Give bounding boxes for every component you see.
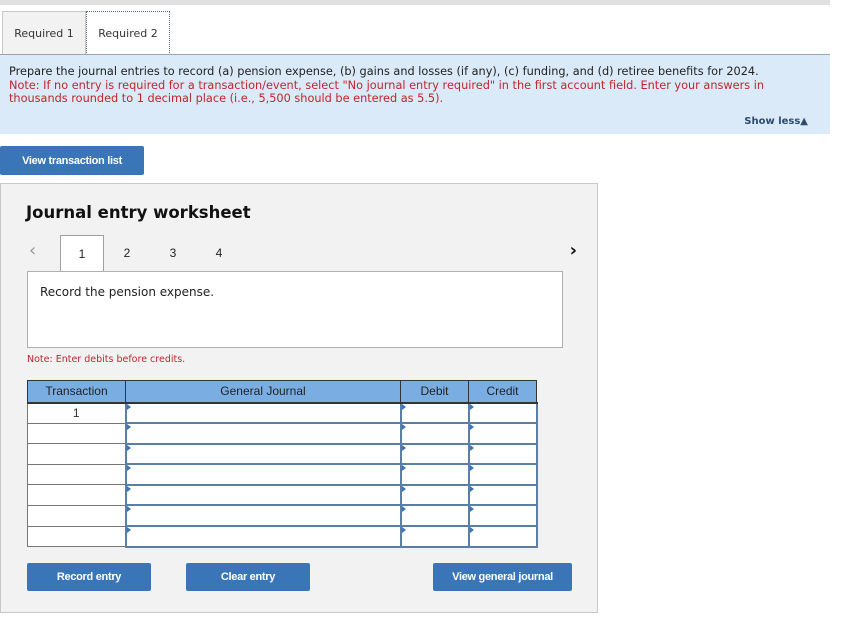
entry-prompt: Record the pension expense. [27,271,563,348]
instructions-note: Note: If no entry is required for a tran… [9,78,764,106]
account-field[interactable] [124,422,402,445]
table-row [27,483,538,507]
transaction-cell [27,422,126,445]
debit-field[interactable] [399,422,470,445]
transaction-cell [27,484,126,506]
transaction-cell [27,443,126,465]
transaction-cell: 1 [27,402,126,424]
view-transaction-list-button[interactable]: View transaction list [0,146,144,175]
view-general-journal-button[interactable]: View general journal [433,563,572,591]
page-3[interactable]: 3 [151,235,195,270]
debit-field[interactable] [399,483,470,507]
credit-field[interactable] [467,525,538,548]
show-less-link[interactable]: Show less▲ [744,115,808,129]
page-4[interactable]: 4 [197,235,241,270]
credit-field[interactable] [467,401,538,425]
header-transaction: Transaction [27,380,126,404]
credit-field[interactable] [467,422,538,445]
page-1[interactable]: 1 [60,235,104,271]
account-field[interactable] [124,525,402,548]
debits-note: Note: Enter debits before credits. [27,354,186,365]
account-field[interactable] [124,401,402,425]
debit-field[interactable] [399,401,470,425]
account-field[interactable] [124,442,402,466]
instructions-panel: Prepare the journal entries to record (a… [0,55,830,134]
table-row [27,525,538,548]
worksheet-title: Journal entry worksheet [26,203,251,222]
table-row [27,463,538,486]
header-credit: Credit [468,380,537,404]
journal-table: Transaction General Journal Debit Credit… [27,380,538,548]
journal-entry-worksheet: Journal entry worksheet ‹ 1 2 3 4 › Reco… [0,183,598,613]
debit-field[interactable] [399,463,470,486]
credit-field[interactable] [467,463,538,486]
account-field[interactable] [124,504,402,528]
chevron-right-icon[interactable]: › [570,240,577,261]
chevron-left-icon[interactable]: ‹ [29,240,36,261]
record-entry-button[interactable]: Record entry [27,563,151,591]
credit-field[interactable] [467,442,538,466]
debit-field[interactable] [399,525,470,548]
credit-field[interactable] [467,483,538,507]
transaction-cell [27,463,126,486]
debit-field[interactable] [399,504,470,528]
header-general-journal: General Journal [125,380,401,404]
transaction-cell [27,504,126,527]
requirement-tabs: Required 1 Required 2 [2,11,170,55]
table-row: 1 [27,401,538,425]
tab-required-1[interactable]: Required 1 [2,11,86,55]
account-field[interactable] [124,463,402,486]
transaction-cell [27,525,126,548]
debit-field[interactable] [399,442,470,466]
instructions-text: Prepare the journal entries to record (a… [9,65,759,78]
tab-required-2[interactable]: Required 2 [86,11,170,55]
table-row [27,504,538,528]
header-debit: Debit [400,380,469,404]
worksheet-pager: ‹ 1 2 3 4 › [27,235,577,271]
clear-entry-button[interactable]: Clear entry [186,563,310,591]
top-bar [0,0,830,5]
table-row [27,422,538,445]
credit-field[interactable] [467,504,538,528]
account-field[interactable] [124,483,402,507]
table-row [27,442,538,466]
page-2[interactable]: 2 [105,235,149,270]
